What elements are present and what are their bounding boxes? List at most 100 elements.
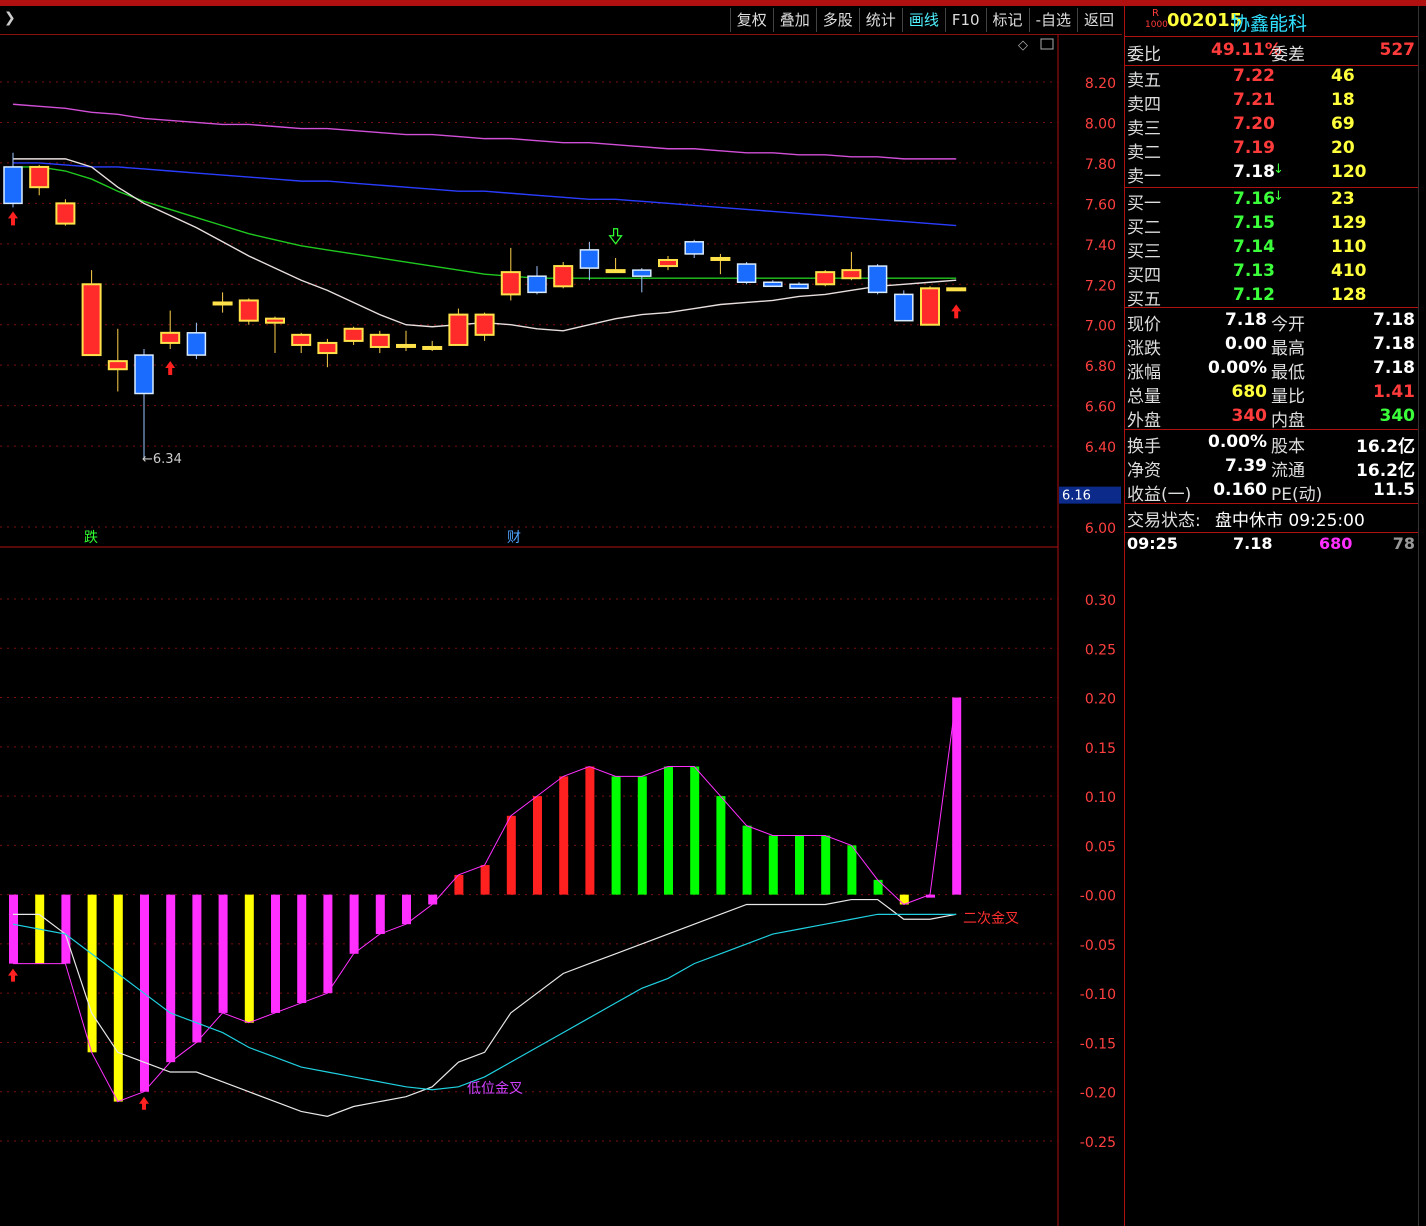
candle-up xyxy=(553,265,574,288)
toolbar-button-3[interactable]: 统计 xyxy=(858,8,902,32)
candle-down xyxy=(3,166,23,205)
stat-label: PE(动) xyxy=(1271,485,1323,505)
macd-bar xyxy=(297,894,307,1004)
stat-label: 涨跌 xyxy=(1127,339,1161,359)
bid-row[interactable]: 买一 7.16 23 ↓ xyxy=(1125,189,1419,214)
candle-up xyxy=(55,202,76,225)
macd-bar xyxy=(480,865,490,895)
macd-bar xyxy=(192,894,202,1043)
trade-status-value: 盘中休市 09:25:00 xyxy=(1215,511,1365,531)
book-label: 买四 xyxy=(1127,266,1161,286)
candle-up xyxy=(841,269,862,280)
book-volume: 410 xyxy=(1331,261,1367,281)
ask-row[interactable]: 卖二 7.19 20 xyxy=(1125,138,1419,163)
book-label: 卖三 xyxy=(1127,119,1161,139)
y-tick-label: -0.05 xyxy=(1080,938,1116,954)
y-tick-label: 6.60 xyxy=(1085,400,1116,416)
candle-down xyxy=(736,263,757,284)
ask-row[interactable]: 卖四 7.21 18 xyxy=(1125,90,1419,115)
stat-row: 净资 7.39 流通 16.2亿 xyxy=(1125,456,1419,481)
stat-label: 内盘 xyxy=(1271,411,1305,431)
stat-row: 换手 0.00% 股本 16.2亿 xyxy=(1125,432,1419,457)
kline-chart[interactable]: 8.20 8.00 7.80 7.60 7.40 7.20 7.00 6.80 6.60 6.40… xyxy=(0,35,1122,1226)
ask-row[interactable]: 卖一 7.18 120 ↓ xyxy=(1125,162,1419,187)
toolbar-button-5[interactable]: F10 xyxy=(944,8,986,32)
y-tick-label: 7.60 xyxy=(1085,197,1116,213)
buy-arrow-icon xyxy=(951,304,962,319)
toolbar-button-1[interactable]: 叠加 xyxy=(772,8,816,32)
y-tick-label: 7.80 xyxy=(1085,157,1116,173)
book-volume: 23 xyxy=(1331,189,1355,209)
stat-label: 总量 xyxy=(1127,387,1161,407)
stat-row: 涨跌 0.00 最高 7.18 xyxy=(1125,334,1419,359)
chart-toolbar: ❯ 复权 叠加 多股 统计 画线 F10 标记 -自选 返回 xyxy=(0,6,1122,35)
macd-bar xyxy=(428,894,438,905)
stat-value: 340 xyxy=(1231,406,1268,426)
stat-label: 净资 xyxy=(1127,461,1161,481)
ask-row[interactable]: 卖五 7.22 46 xyxy=(1125,66,1419,91)
weibi-row: 委比 49.11% 委差 527 xyxy=(1125,40,1419,65)
y-tick-label: 8.00 xyxy=(1085,116,1116,132)
marker-cai: 财 xyxy=(507,530,521,546)
book-price: 7.15 xyxy=(1233,213,1275,233)
stock-name[interactable]: 协鑫能科 xyxy=(1231,9,1307,36)
stat-value: 16.2亿 xyxy=(1356,461,1415,481)
candle-up xyxy=(658,259,678,268)
book-price: 7.21 xyxy=(1233,90,1275,110)
candle-down xyxy=(186,332,207,356)
book-price: 7.13 xyxy=(1233,261,1275,281)
macd-bar xyxy=(506,815,516,895)
candle-down xyxy=(894,293,914,322)
bid-row[interactable]: 买五 7.12 128 xyxy=(1125,285,1419,310)
book-volume: 20 xyxy=(1331,138,1355,158)
bid-row[interactable]: 买三 7.14 110 xyxy=(1125,237,1419,262)
sell-arrow-icon xyxy=(608,228,623,245)
macd-bar xyxy=(349,894,359,954)
y-tick-label: 6.40 xyxy=(1085,440,1116,456)
weicha-label: 委差 xyxy=(1271,45,1305,65)
macd-bar xyxy=(821,835,831,895)
book-price: 7.19 xyxy=(1233,138,1275,158)
macd-bar xyxy=(323,894,333,994)
bid-row[interactable]: 买二 7.15 129 xyxy=(1125,213,1419,238)
expand-arrow-icon[interactable]: ❯ xyxy=(4,10,16,26)
tick-price: 7.18 xyxy=(1233,534,1273,553)
book-label: 买三 xyxy=(1127,242,1161,262)
toolbar-button-7[interactable]: -自选 xyxy=(1028,8,1077,32)
book-label: 买二 xyxy=(1127,218,1161,238)
bid-row[interactable]: 买四 7.13 410 xyxy=(1125,261,1419,286)
stock-header: R 1000 002015 协鑫能科 xyxy=(1125,6,1419,37)
macd-bar xyxy=(244,894,254,1023)
candle-up xyxy=(238,299,259,322)
weibi-label: 委比 xyxy=(1127,45,1161,65)
trade-status-row: 交易状态: 盘中休市 09:25:00 xyxy=(1125,506,1419,531)
book-label: 卖四 xyxy=(1127,95,1161,115)
quote-panel: R 1000 002015 协鑫能科 委比 49.11% 委差 527 卖五 7.… xyxy=(1124,6,1419,1226)
stock-badge-r: R xyxy=(1152,8,1159,19)
toolbar-button-6[interactable]: 标记 xyxy=(985,8,1029,32)
toolbar-button-2[interactable]: 多股 xyxy=(815,8,859,32)
y-tick-label: -0.25 xyxy=(1080,1135,1116,1151)
y-tick-label: 0.30 xyxy=(1085,593,1116,609)
candle-up xyxy=(605,269,626,274)
y-tick-label: 0.25 xyxy=(1085,642,1116,658)
stat-value: 1.41 xyxy=(1373,382,1415,402)
stat-label: 现价 xyxy=(1127,315,1161,335)
y-tick-label: 6.00 xyxy=(1085,521,1116,537)
candle-up xyxy=(291,333,312,346)
macd-bar xyxy=(113,894,123,1102)
marker-die: 跌 xyxy=(84,530,98,546)
toolbar-button-8[interactable]: 返回 xyxy=(1076,8,1120,32)
second-golden-cross-label: 二次金叉 xyxy=(963,911,1019,927)
down-arrow-icon: ↓ xyxy=(1273,189,1284,204)
book-label: 卖五 xyxy=(1127,71,1161,91)
toolbar-button-4[interactable]: 画线 xyxy=(901,8,945,32)
macd-bar xyxy=(585,766,595,895)
stat-label: 最高 xyxy=(1271,339,1305,359)
buy-arrow-icon xyxy=(8,968,18,982)
dea-line xyxy=(12,913,957,1091)
right-edge-strip xyxy=(1418,6,1426,1226)
y-tick-label: -0.10 xyxy=(1080,987,1116,1003)
ask-row[interactable]: 卖三 7.20 69 xyxy=(1125,114,1419,139)
toolbar-button-0[interactable]: 复权 xyxy=(729,8,773,32)
